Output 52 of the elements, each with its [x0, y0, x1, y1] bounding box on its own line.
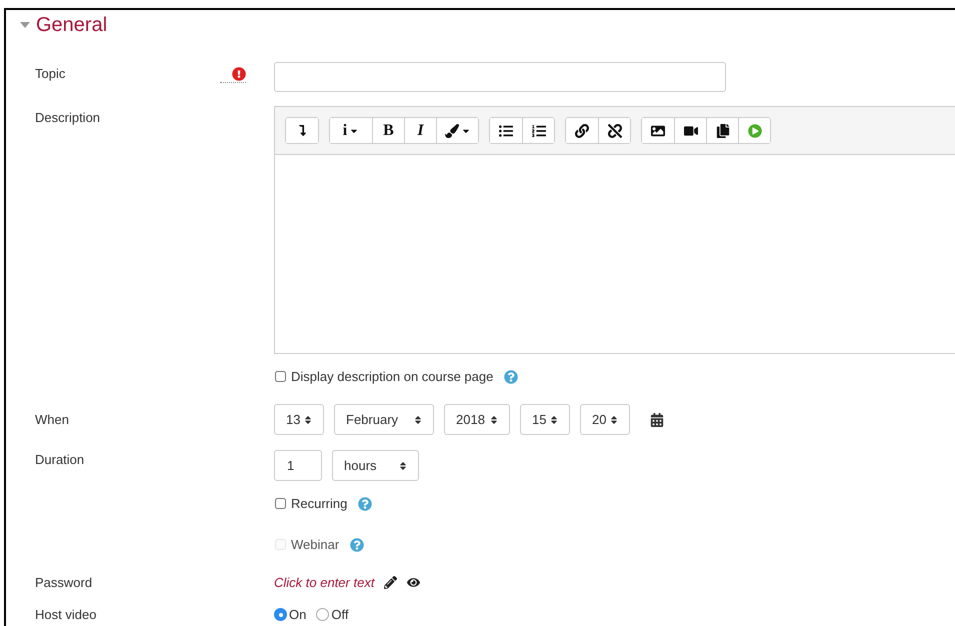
radio-label: Off [331, 607, 348, 622]
radio-button[interactable] [316, 608, 330, 621]
checkbox-label: Display description on course page [291, 369, 494, 384]
checkbox-label: Recurring [291, 496, 348, 511]
field-label: Host video [34, 607, 96, 622]
toolbar-button[interactable] [522, 118, 554, 143]
duration-field[interactable]: 1 [274, 450, 322, 481]
toolbar-button[interactable] [436, 118, 478, 143]
sort-caret-icon [413, 414, 423, 424]
field-label: Duration [34, 451, 84, 467]
play-icon [748, 124, 762, 138]
collapse-triangle-icon[interactable] [20, 22, 30, 28]
section-title: General [36, 14, 108, 36]
toolbar-button[interactable] [598, 118, 630, 143]
text-editor[interactable]: i B I [274, 106, 955, 354]
pencil-icon[interactable] [384, 576, 398, 589]
sort-caret-icon [398, 460, 408, 470]
sort-caret-icon [549, 414, 559, 424]
radio-label: On [289, 607, 306, 622]
date-select[interactable]: February [334, 404, 434, 435]
copy-icon [716, 124, 730, 138]
help-icon[interactable] [358, 496, 372, 510]
down-arrow-icon [296, 125, 308, 136]
link-icon [575, 124, 589, 138]
sort-caret-icon [609, 414, 619, 424]
date-select[interactable]: 13 [274, 404, 324, 435]
date-select[interactable]: 15 [520, 404, 570, 435]
checkbox[interactable] [275, 498, 286, 509]
checkbox[interactable] [275, 371, 286, 382]
eye-icon[interactable] [407, 576, 420, 589]
sort-caret-icon [303, 414, 313, 424]
checkbox-label: Webinar [291, 537, 340, 552]
date-select[interactable]: 2018 [444, 404, 510, 435]
help-icon[interactable] [504, 370, 518, 384]
field-label: Topic [34, 65, 66, 81]
numbered-list-icon [532, 124, 546, 138]
unlink-icon [608, 124, 622, 138]
date-select[interactable]: 20 [580, 404, 630, 435]
video-camera-icon [684, 124, 698, 138]
field-label: Password [34, 575, 92, 590]
help-icon[interactable] [350, 538, 364, 552]
field-label: When [34, 412, 69, 427]
brush-icon [444, 124, 458, 138]
sort-caret-icon [489, 414, 499, 424]
unit-select[interactable]: hours [332, 450, 419, 481]
password-link[interactable]: Click to enter text [274, 575, 374, 590]
image-icon [651, 124, 665, 138]
field-label: Description [34, 109, 100, 125]
radio-button[interactable] [274, 608, 287, 621]
calendar-icon[interactable] [650, 412, 664, 426]
bulleted-list-icon [499, 124, 513, 138]
topic-field[interactable] [274, 62, 726, 92]
